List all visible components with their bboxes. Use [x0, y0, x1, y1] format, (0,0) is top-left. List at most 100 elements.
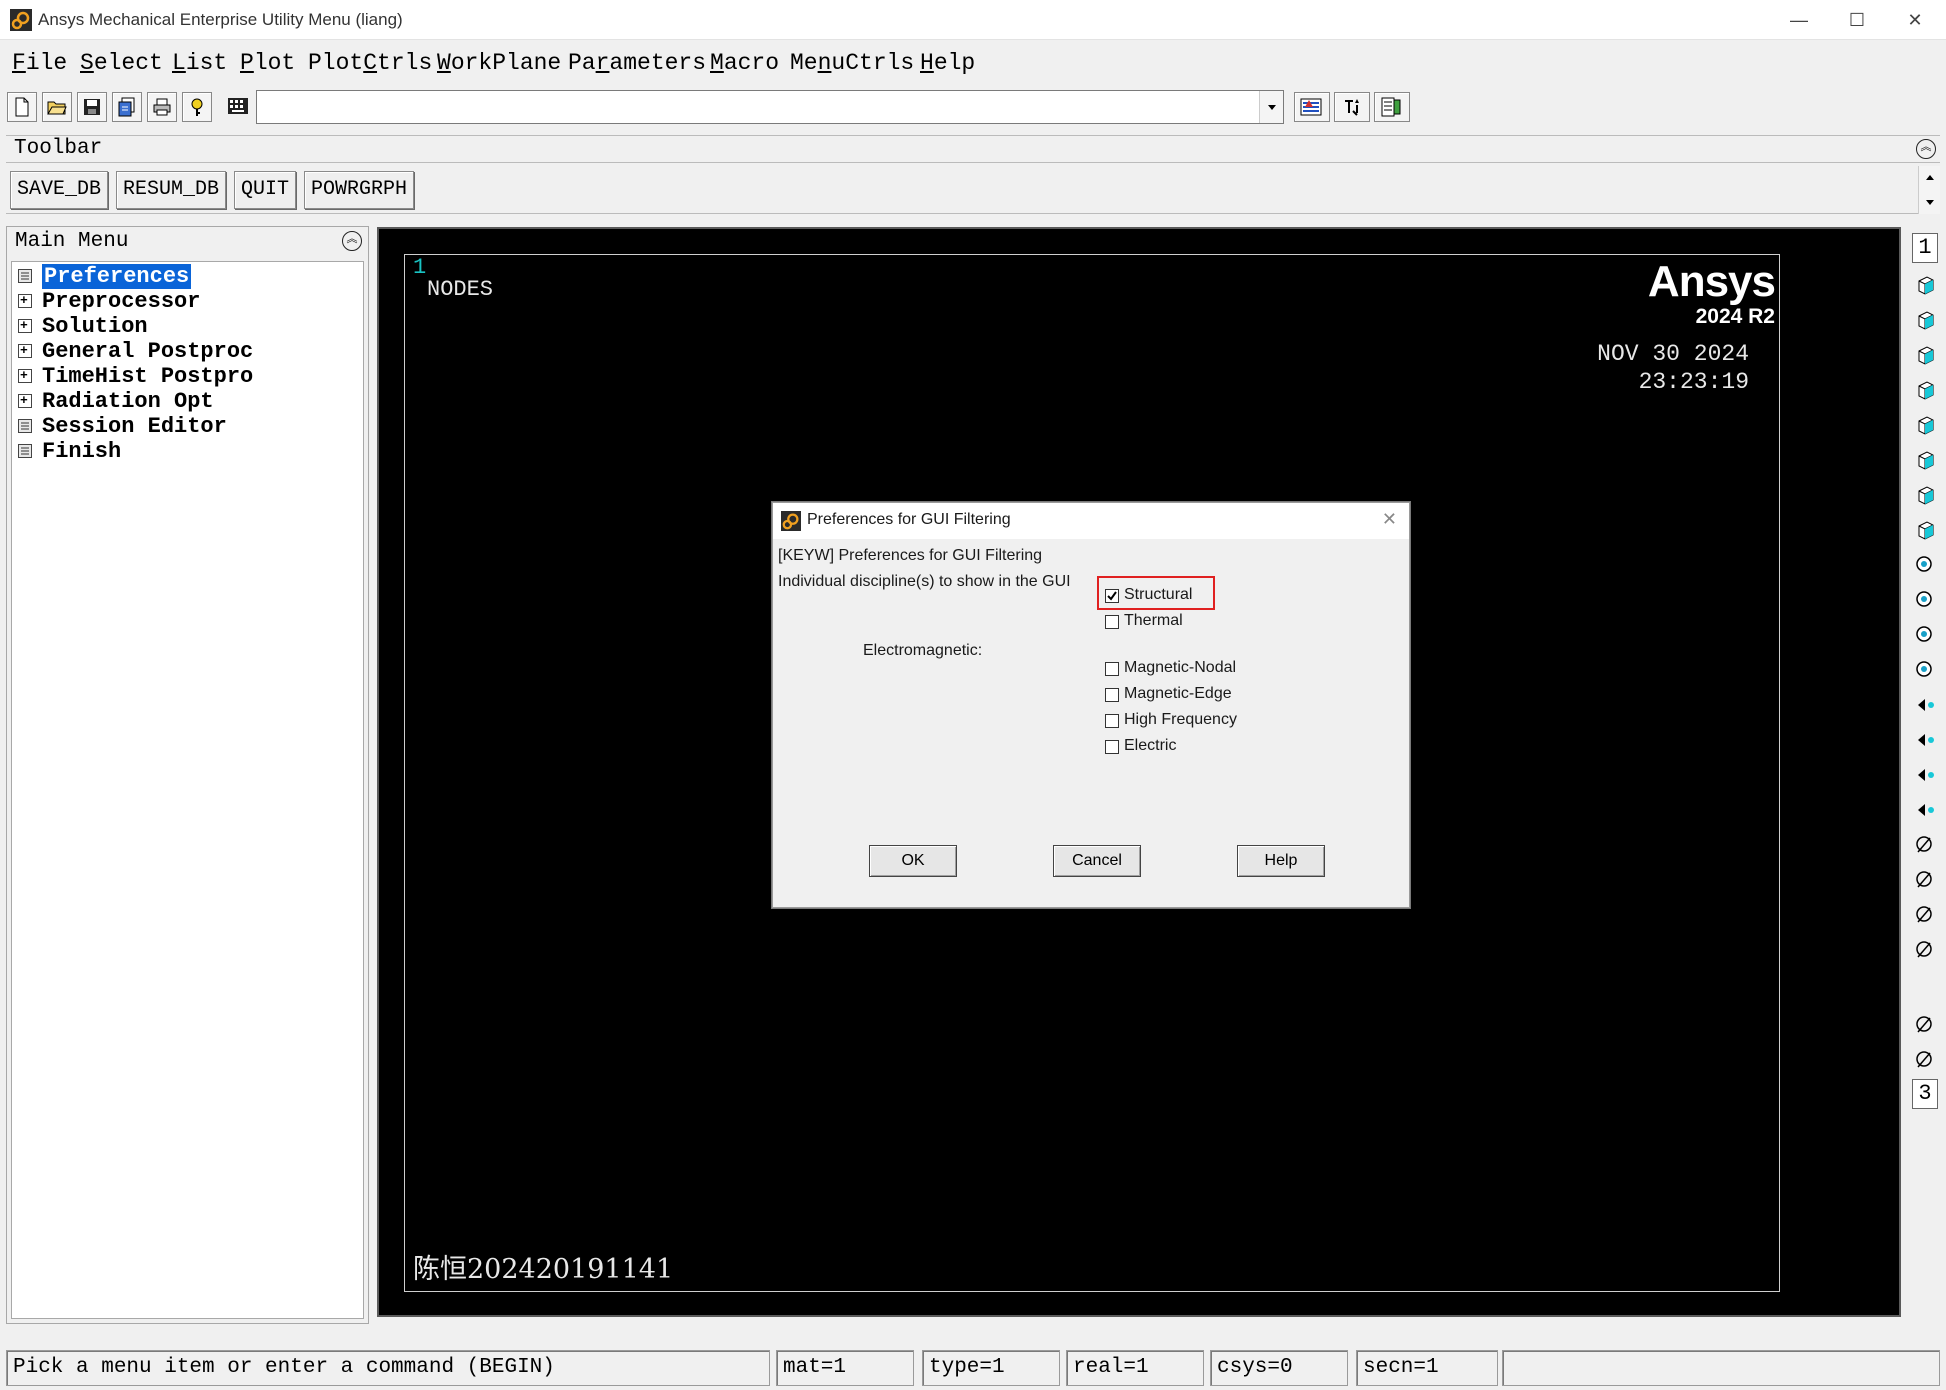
left-view-icon[interactable]	[1912, 447, 1940, 475]
back-up-icon[interactable]	[1912, 692, 1940, 720]
window-selector-bottom[interactable]: 3	[1912, 1079, 1938, 1109]
main-menu-item-label: General Postproc	[42, 339, 254, 364]
bottom-view-icon[interactable]	[1912, 482, 1940, 510]
document-icon[interactable]	[18, 444, 32, 459]
fit-view-icon[interactable]	[1912, 552, 1940, 580]
option-electric[interactable]: Electric	[1099, 734, 1299, 758]
menu-list[interactable]: List	[172, 50, 227, 76]
maximize-button[interactable]: ☐	[1828, 0, 1886, 40]
reset-picking-icon[interactable]	[1334, 92, 1370, 122]
command-input[interactable]	[261, 92, 1255, 124]
menu-menuctrls[interactable]: MenuCtrls	[790, 50, 914, 76]
spin-icon[interactable]	[1912, 1047, 1940, 1075]
win-zoom-icon[interactable]	[1912, 657, 1940, 685]
front-view-icon[interactable]	[1912, 307, 1940, 335]
expand-icon[interactable]	[18, 313, 32, 338]
new-file-icon[interactable]	[7, 92, 37, 122]
window-number: 1	[413, 255, 427, 280]
status-secn: secn=1	[1356, 1350, 1498, 1386]
menu-plotctrls[interactable]: PlotCtrls	[308, 50, 432, 76]
user-annotation: 陈恒202420191141	[413, 1254, 674, 1285]
box-zoom-icon[interactable]	[1912, 622, 1940, 650]
option-structural[interactable]: Structural	[1097, 576, 1299, 610]
quick-toolbar: SAVE_DB RESUM_DB QUIT POWRGRPH	[6, 166, 1940, 214]
command-input-combo[interactable]	[256, 90, 1284, 124]
oblique-view-icon[interactable]	[1912, 517, 1940, 545]
right-view-icon[interactable]	[1912, 412, 1940, 440]
expand-icon[interactable]	[18, 288, 32, 313]
cancel-button[interactable]: Cancel	[1053, 845, 1141, 877]
pan-up-icon[interactable]	[1912, 762, 1940, 790]
magnetic-edge-checkbox[interactable]	[1105, 688, 1119, 702]
save-db-button[interactable]: SAVE_DB	[10, 171, 109, 209]
document-icon[interactable]	[18, 419, 32, 434]
main-menu-item-general-postproc[interactable]: General Postproc	[18, 338, 254, 364]
back-view-icon[interactable]	[1912, 377, 1940, 405]
high-frequency-label: High Frequency	[1124, 711, 1237, 728]
contact-manager-icon[interactable]	[1374, 92, 1410, 122]
toolbar-header: Toolbar ︽	[6, 135, 1940, 163]
menu-workplane[interactable]: WorkPlane	[437, 50, 561, 76]
minimize-button[interactable]: —	[1770, 0, 1828, 40]
menu-plot[interactable]: Plot	[240, 50, 295, 76]
main-menu-item-finish[interactable]: Finish	[18, 439, 121, 464]
combo-dropdown-button[interactable]	[1259, 91, 1283, 123]
electric-checkbox[interactable]	[1105, 740, 1119, 754]
main-menu-item-solution[interactable]: Solution	[18, 313, 148, 339]
main-menu-panel: Main Menu ︽ PreferencesPreprocessorSolut…	[6, 226, 369, 1324]
thermal-label: Thermal	[1124, 612, 1183, 629]
option-high-frequency[interactable]: High Frequency	[1099, 708, 1299, 732]
powrgrph-button[interactable]: POWRGRPH	[304, 171, 415, 209]
thermal-checkbox[interactable]	[1105, 615, 1119, 629]
menu-macro[interactable]: Macro	[710, 50, 779, 76]
main-menu-item-timehist-postpro[interactable]: TimeHist Postpro	[18, 363, 253, 389]
main-menu-item-radiation-opt[interactable]: Radiation Opt	[18, 388, 214, 414]
menu-parameters[interactable]: Parameters	[568, 50, 706, 76]
rotate-cw-icon[interactable]	[1912, 1012, 1940, 1040]
ok-button[interactable]: OK	[869, 845, 957, 877]
magnetic-nodal-checkbox[interactable]	[1105, 662, 1119, 676]
expand-icon[interactable]	[18, 388, 32, 413]
main-menu-item-label: Solution	[42, 314, 148, 339]
main-menu-item-session-editor[interactable]: Session Editor	[18, 414, 227, 439]
high-frequency-checkbox[interactable]	[1105, 714, 1119, 728]
rotate-ccw-icon[interactable]	[1912, 937, 1940, 965]
resum-db-button[interactable]: RESUM_DB	[116, 171, 227, 209]
model-control-icon[interactable]	[1294, 92, 1330, 122]
dialog-title-bar: Preferences for GUI Filtering ✕	[773, 503, 1409, 539]
toolbar-scrollbar[interactable]	[1918, 166, 1940, 214]
option-magnetic-nodal[interactable]: Magnetic-Nodal	[1099, 656, 1299, 680]
quit-button[interactable]: QUIT	[234, 171, 297, 209]
pan-down-icon[interactable]	[1912, 797, 1940, 825]
menu-select[interactable]: Select	[80, 50, 163, 76]
save-icon[interactable]	[77, 92, 107, 122]
rotate-z-icon[interactable]	[1912, 902, 1940, 930]
help-button[interactable]: Help	[1237, 845, 1325, 877]
rotate-x-icon[interactable]	[1912, 832, 1940, 860]
plot-time: 23:23:19	[1638, 369, 1749, 395]
expand-icon[interactable]	[18, 363, 32, 388]
window-selector-top[interactable]: 1	[1912, 233, 1938, 263]
collapse-main-menu-icon[interactable]: ︽	[342, 231, 362, 251]
collapse-toolbar-icon[interactable]: ︽	[1916, 139, 1936, 159]
dialog-close-icon[interactable]: ✕	[1382, 509, 1397, 530]
open-folder-icon[interactable]	[42, 92, 72, 122]
expand-icon[interactable]	[18, 338, 32, 363]
main-menu-item-preferences[interactable]: Preferences	[18, 264, 192, 289]
option-magnetic-edge[interactable]: Magnetic-Edge	[1099, 682, 1299, 706]
menu-help[interactable]: Help	[920, 50, 975, 76]
menu-file[interactable]: File	[12, 50, 67, 76]
option-thermal[interactable]: Thermal	[1099, 609, 1299, 633]
pan-left-icon[interactable]	[1912, 727, 1940, 755]
top-view-icon[interactable]	[1912, 342, 1940, 370]
document-icon[interactable]	[18, 269, 32, 284]
isometric-view-icon[interactable]	[1912, 272, 1940, 300]
print-icon[interactable]	[147, 92, 177, 122]
keyboard-icon[interactable]	[226, 94, 250, 120]
help-key-icon[interactable]	[182, 92, 212, 122]
main-menu-item-preprocessor[interactable]: Preprocessor	[18, 288, 200, 314]
report-icon[interactable]	[112, 92, 142, 122]
rotate-y-icon[interactable]	[1912, 867, 1940, 895]
close-button[interactable]: ✕	[1886, 0, 1944, 40]
zoom-icon[interactable]	[1912, 587, 1940, 615]
